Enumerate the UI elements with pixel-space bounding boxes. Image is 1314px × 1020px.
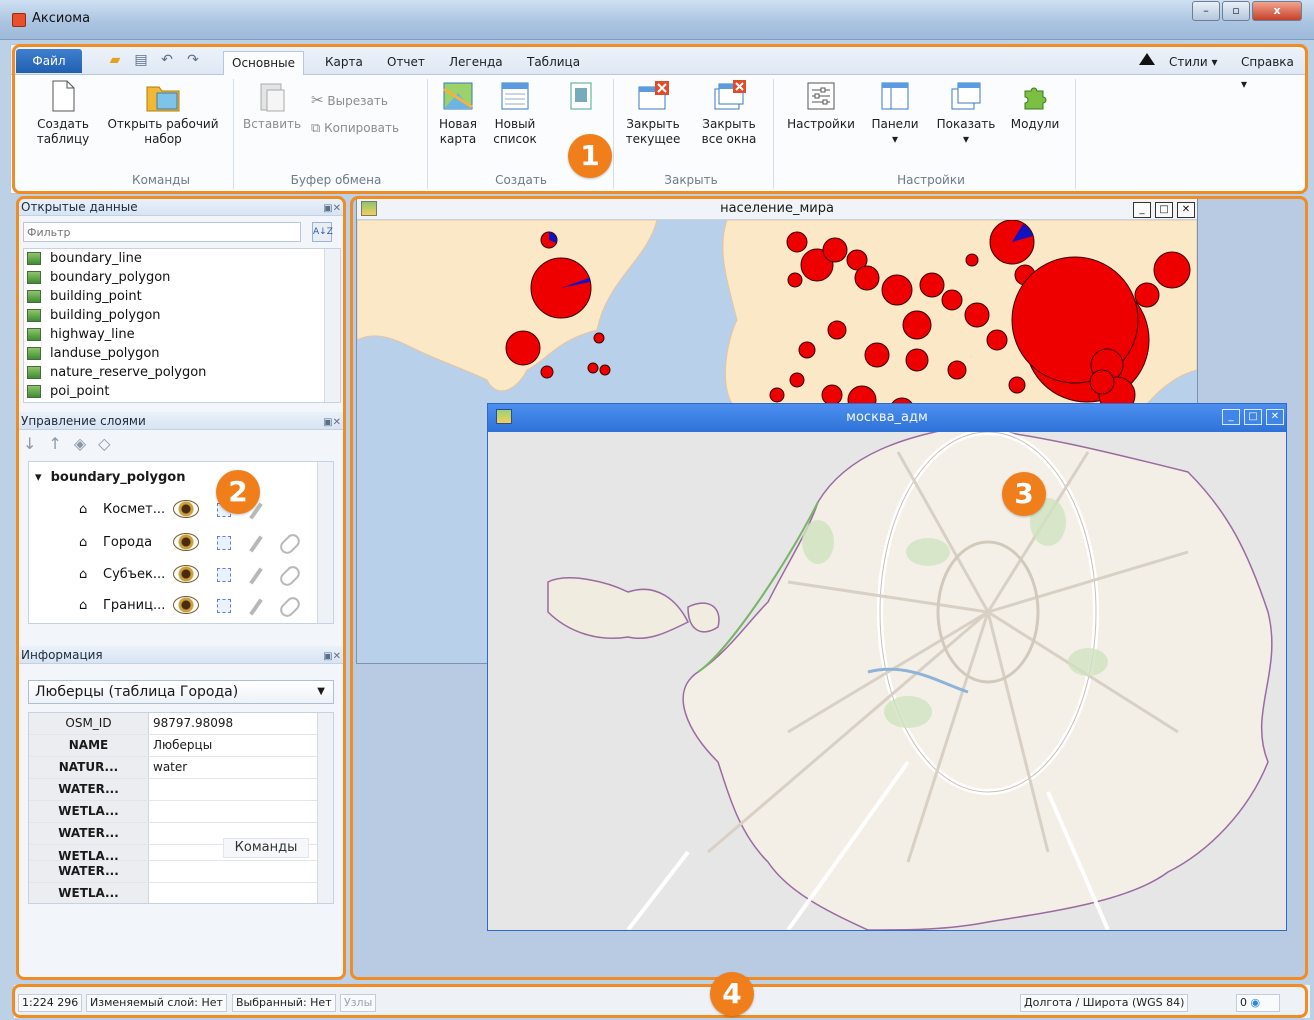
title-bar: Аксиома – ▫ x	[0, 0, 1314, 40]
callout-outline-panels	[16, 196, 346, 980]
app-icon	[12, 13, 26, 27]
callout-badge-4: 4	[710, 972, 754, 1016]
minimize-button[interactable]: –	[1192, 1, 1220, 21]
callout-badge-3: 3	[1002, 472, 1046, 516]
callout-outline-ribbon	[12, 44, 1308, 194]
callout-outline-statusbar	[12, 984, 1308, 1018]
callout-badge-2: 2	[216, 470, 260, 514]
callout-outline-maps	[350, 196, 1308, 980]
window-title: Аксиома	[32, 11, 91, 26]
close-button[interactable]: x	[1252, 1, 1302, 21]
maximize-button[interactable]: ▫	[1222, 1, 1250, 21]
callout-badge-1: 1	[568, 134, 612, 178]
